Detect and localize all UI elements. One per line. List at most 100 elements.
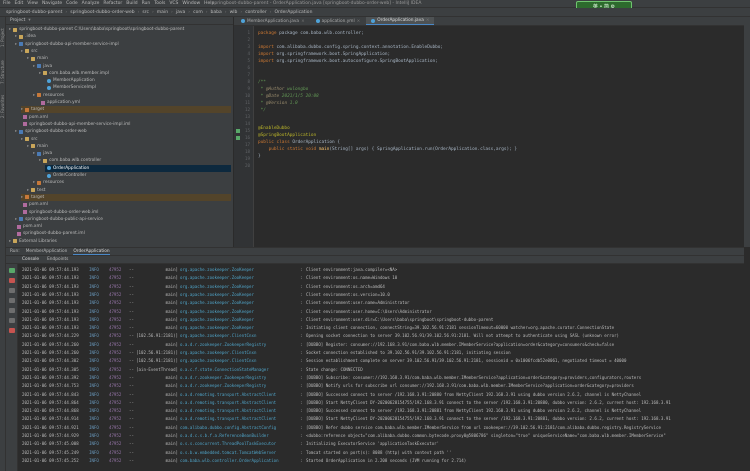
editor-tab[interactable]: application.yml ×: [310, 17, 366, 25]
breadcrumb-item[interactable]: springboot-dubbo-order-web: [67, 10, 137, 15]
close-icon[interactable]: ×: [301, 19, 305, 24]
expand-arrow-icon[interactable]: ▸: [9, 26, 11, 33]
tree-item[interactable]: ▸ springboot-dubbo-order-web: [15, 128, 231, 135]
menu-item-refactor[interactable]: Refactor: [103, 1, 122, 6]
tree-item[interactable]: ▸ main: [27, 143, 231, 150]
close-run-icon[interactable]: [9, 328, 15, 333]
tree-item[interactable]: ▸ java: [33, 63, 231, 70]
breadcrumb-item[interactable]: OrderApplication: [271, 10, 315, 15]
breadcrumb-item[interactable]: controller: [242, 10, 269, 15]
tree-item[interactable]: ▸ springboot-dubbo-public-api-service: [15, 216, 231, 223]
tree-item[interactable]: pom.xml: [21, 114, 231, 121]
run-tab[interactable]: OrderApplication: [73, 249, 110, 255]
tree-item[interactable]: ▸ com.baba.wlb.member.impl: [39, 70, 231, 77]
log-line: 2021-01-06 09:57:44.914INFO47952---main]…: [22, 416, 744, 423]
tree-item[interactable]: ▸ test: [27, 187, 231, 194]
tree-item[interactable]: springboot-dubbo-parent.iml: [15, 230, 231, 237]
editor-tab[interactable]: MemberApplication.java ×: [236, 17, 310, 25]
menu-item-code[interactable]: Code: [66, 1, 78, 6]
expand-arrow-icon[interactable]: ▸: [21, 194, 23, 201]
menu-item-edit[interactable]: Edit: [15, 1, 24, 6]
tree-item[interactable]: ▸ resources: [33, 179, 231, 186]
project-panel-header[interactable]: Project ▾: [6, 17, 233, 25]
breadcrumb-item[interactable]: springboot-dubbo-parent: [3, 10, 65, 15]
breadcrumb-item[interactable]: java: [173, 10, 188, 15]
expand-arrow-icon[interactable]: ▸: [33, 150, 35, 157]
java-class-icon: [371, 18, 376, 23]
expand-arrow-icon[interactable]: ▸: [15, 33, 17, 40]
breadcrumb-item[interactable]: src: [139, 10, 152, 15]
tree-item[interactable]: ▸ java: [33, 150, 231, 157]
tree-item[interactable]: pom.xml: [15, 223, 231, 230]
tree-item[interactable]: ▸ springboot-dubbo-api-member-service-imp…: [15, 41, 231, 48]
breadcrumb-item[interactable]: main: [154, 10, 171, 15]
expand-arrow-icon[interactable]: ▸: [39, 70, 41, 77]
tree-item[interactable]: ▸ target: [21, 106, 231, 114]
dropdown-arrow-icon[interactable]: ▾: [28, 18, 30, 23]
breadcrumb-item[interactable]: baba: [208, 10, 225, 15]
tree-item[interactable]: springboot-dubbo-order-web.iml: [21, 209, 231, 216]
expand-arrow-icon[interactable]: ▸: [15, 41, 17, 48]
console-output[interactable]: 2021-01-06 09:57:44.193INFO47952---main]…: [18, 264, 744, 471]
menu-item-window[interactable]: Window: [182, 1, 200, 6]
pin-icon[interactable]: [9, 318, 15, 323]
close-icon[interactable]: ×: [357, 19, 361, 24]
rerun-icon[interactable]: [9, 268, 15, 273]
expand-arrow-icon[interactable]: ▸: [15, 216, 17, 223]
expand-arrow-icon[interactable]: ▸: [15, 128, 17, 135]
editor-tab[interactable]: OrderApplication.java ×: [366, 17, 435, 25]
log-m: Client environment:user.name=Administrat…: [306, 300, 410, 306]
expand-arrow-icon[interactable]: ▸: [33, 179, 35, 186]
expand-arrow-icon[interactable]: ▸: [27, 55, 29, 62]
print-icon[interactable]: [9, 298, 15, 303]
menu-item-tools[interactable]: Tools: [154, 1, 165, 6]
tree-item[interactable]: pom.xml: [21, 201, 231, 208]
tree-item[interactable]: ▸ src: [21, 136, 231, 143]
clear-all-icon[interactable]: [9, 308, 15, 313]
tree-item[interactable]: ▸ com.baba.wlb.controller: [39, 157, 231, 164]
expand-arrow-icon[interactable]: ▸: [9, 238, 11, 245]
tree-item[interactable]: springboot-dubbo-api-member-service-impl…: [21, 121, 231, 128]
run-subtab[interactable]: Console: [22, 257, 39, 262]
expand-arrow-icon[interactable]: ▸: [33, 92, 35, 99]
tree-item[interactable]: MemberServiceImpl: [45, 84, 231, 91]
expand-arrow-icon[interactable]: ▸: [27, 187, 29, 194]
menu-item-view[interactable]: View: [27, 1, 38, 6]
close-icon[interactable]: ×: [426, 18, 430, 23]
tree-item[interactable]: ▸ target: [21, 193, 231, 201]
expand-arrow-icon[interactable]: ▸: [21, 136, 23, 143]
code-editor[interactable]: package package com.baba.wlb.controller;…: [254, 26, 744, 247]
expand-arrow-icon[interactable]: ▸: [21, 48, 23, 55]
expand-arrow-icon[interactable]: ▸: [21, 106, 23, 113]
stop-icon[interactable]: [9, 278, 15, 283]
expand-arrow-icon[interactable]: ▸: [27, 143, 29, 150]
run-toolbar: [6, 264, 18, 471]
breadcrumb-item[interactable]: wlb: [227, 10, 241, 15]
expand-arrow-icon[interactable]: ▸: [39, 157, 41, 164]
tree-item[interactable]: application.yml: [39, 99, 231, 106]
run-subtab[interactable]: Endpoints: [47, 257, 68, 262]
run-tab[interactable]: MemberApplication: [26, 249, 68, 254]
log-line: 2021-01-06 09:57:44.260INFO47952---[102.…: [22, 350, 744, 357]
folder-icon: [19, 34, 24, 39]
run-gutter-icon[interactable]: [236, 129, 240, 133]
menu-item-run[interactable]: Run: [142, 1, 151, 6]
tree-item[interactable]: ▸ springboot-dubbo-parent C:\Users\baba\s…: [9, 26, 231, 33]
tree-item[interactable]: ▸ resources: [33, 92, 231, 99]
tree-item[interactable]: OrderController: [45, 172, 231, 179]
scroll-to-end-icon[interactable]: [9, 288, 15, 293]
tree-item[interactable]: ▸ .idea: [15, 33, 231, 40]
tree-item[interactable]: ▸ External Libraries: [9, 238, 231, 245]
run-gutter-icon[interactable]: [236, 136, 240, 140]
menu-item-vcs[interactable]: VCS: [169, 1, 178, 6]
tree-item[interactable]: ▸ src: [21, 48, 231, 55]
menu-item-build[interactable]: Build: [126, 1, 137, 6]
tree-item[interactable]: MemberApplication: [45, 77, 231, 84]
tree-item[interactable]: OrderApplication: [45, 164, 231, 172]
menu-item-navigate[interactable]: Navigate: [42, 1, 62, 6]
tree-item[interactable]: ▸ main: [27, 55, 231, 62]
breadcrumb-item[interactable]: com: [190, 10, 206, 15]
menu-item-analyze[interactable]: Analyze: [82, 1, 100, 6]
menu-item-file[interactable]: File: [3, 1, 11, 6]
expand-arrow-icon[interactable]: ▸: [33, 63, 35, 70]
